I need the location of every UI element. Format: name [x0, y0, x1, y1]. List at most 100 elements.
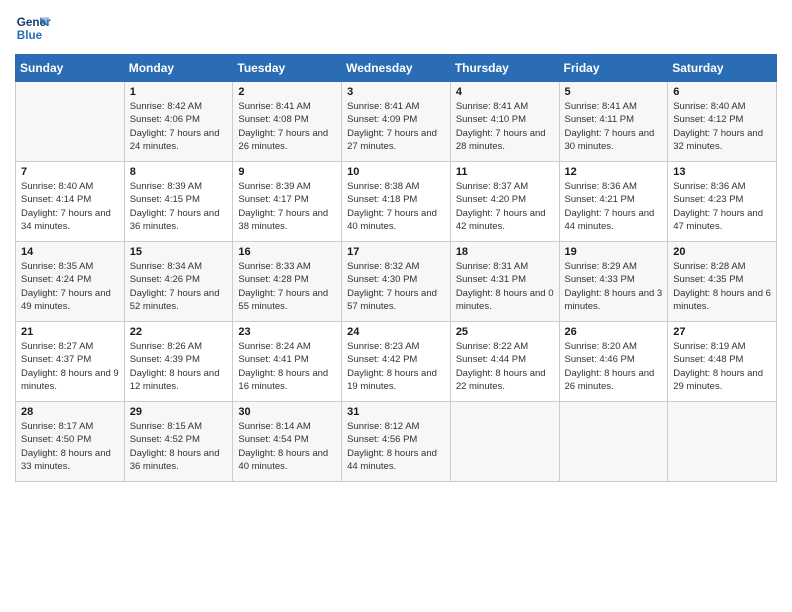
day-detail: Sunrise: 8:34 AMSunset: 4:26 PMDaylight:… [130, 260, 228, 313]
day-number: 2 [238, 86, 336, 98]
day-cell: 29 Sunrise: 8:15 AMSunset: 4:52 PMDayligh… [124, 402, 233, 482]
day-detail: Sunrise: 8:22 AMSunset: 4:44 PMDaylight:… [456, 340, 554, 393]
day-number: 11 [456, 166, 554, 178]
week-row-3: 14 Sunrise: 8:35 AMSunset: 4:24 PMDayligh… [16, 242, 777, 322]
day-number: 21 [21, 326, 119, 338]
svg-text:Blue: Blue [17, 29, 43, 42]
day-detail: Sunrise: 8:20 AMSunset: 4:46 PMDaylight:… [565, 340, 663, 393]
day-cell: 25 Sunrise: 8:22 AMSunset: 4:44 PMDayligh… [450, 322, 559, 402]
day-detail: Sunrise: 8:17 AMSunset: 4:50 PMDaylight:… [21, 420, 119, 473]
day-number: 10 [347, 166, 445, 178]
day-cell: 12 Sunrise: 8:36 AMSunset: 4:21 PMDayligh… [559, 162, 668, 242]
day-detail: Sunrise: 8:39 AMSunset: 4:17 PMDaylight:… [238, 180, 336, 233]
day-detail: Sunrise: 8:23 AMSunset: 4:42 PMDaylight:… [347, 340, 445, 393]
day-detail: Sunrise: 8:41 AMSunset: 4:10 PMDaylight:… [456, 100, 554, 153]
day-detail: Sunrise: 8:26 AMSunset: 4:39 PMDaylight:… [130, 340, 228, 393]
calendar-body: 1 Sunrise: 8:42 AMSunset: 4:06 PMDaylight… [16, 82, 777, 482]
day-cell: 23Sunrise: 8:24 AMSunset: 4:41 PMDayligh… [233, 322, 342, 402]
day-number: 26 [565, 326, 663, 338]
day-number: 18 [456, 246, 554, 258]
day-detail: Sunrise: 8:36 AMSunset: 4:21 PMDaylight:… [565, 180, 663, 233]
day-cell: 6 Sunrise: 8:40 AMSunset: 4:12 PMDaylight… [668, 82, 777, 162]
day-cell: 4 Sunrise: 8:41 AMSunset: 4:10 PMDaylight… [450, 82, 559, 162]
day-header-wednesday: Wednesday [342, 55, 451, 82]
week-row-1: 1 Sunrise: 8:42 AMSunset: 4:06 PMDaylight… [16, 82, 777, 162]
day-number: 13 [673, 166, 771, 178]
day-cell: 24 Sunrise: 8:23 AMSunset: 4:42 PMDayligh… [342, 322, 451, 402]
day-detail: Sunrise: 8:12 AMSunset: 4:56 PMDaylight:… [347, 420, 445, 473]
calendar-header-row: SundayMondayTuesdayWednesdayThursdayFrid… [16, 55, 777, 82]
day-number: 27 [673, 326, 771, 338]
day-header-tuesday: Tuesday [233, 55, 342, 82]
day-cell: 22 Sunrise: 8:26 AMSunset: 4:39 PMDayligh… [124, 322, 233, 402]
day-detail: Sunrise: 8:35 AMSunset: 4:24 PMDaylight:… [21, 260, 119, 313]
day-cell: 15 Sunrise: 8:34 AMSunset: 4:26 PMDayligh… [124, 242, 233, 322]
day-cell [559, 402, 668, 482]
day-cell: 18 Sunrise: 8:31 AMSunset: 4:31 PMDayligh… [450, 242, 559, 322]
day-cell: 17 Sunrise: 8:32 AMSunset: 4:30 PMDayligh… [342, 242, 451, 322]
day-header-saturday: Saturday [668, 55, 777, 82]
day-detail: Sunrise: 8:42 AMSunset: 4:06 PMDaylight:… [130, 100, 228, 153]
day-cell: 14 Sunrise: 8:35 AMSunset: 4:24 PMDayligh… [16, 242, 125, 322]
day-detail: Sunrise: 8:41 AMSunset: 4:09 PMDaylight:… [347, 100, 445, 153]
day-detail: Sunrise: 8:19 AMSunset: 4:48 PMDaylight:… [673, 340, 771, 393]
day-cell: 9 Sunrise: 8:39 AMSunset: 4:17 PMDaylight… [233, 162, 342, 242]
day-number: 19 [565, 246, 663, 258]
day-number: 14 [21, 246, 119, 258]
day-cell: 26 Sunrise: 8:20 AMSunset: 4:46 PMDayligh… [559, 322, 668, 402]
day-number: 1 [130, 86, 228, 98]
day-detail: Sunrise: 8:36 AMSunset: 4:23 PMDaylight:… [673, 180, 771, 233]
day-cell: 1 Sunrise: 8:42 AMSunset: 4:06 PMDaylight… [124, 82, 233, 162]
day-cell: 19 Sunrise: 8:29 AMSunset: 4:33 PMDayligh… [559, 242, 668, 322]
day-cell: 20 Sunrise: 8:28 AMSunset: 4:35 PMDayligh… [668, 242, 777, 322]
day-cell: 13 Sunrise: 8:36 AMSunset: 4:23 PMDayligh… [668, 162, 777, 242]
day-header-monday: Monday [124, 55, 233, 82]
day-number: 12 [565, 166, 663, 178]
day-number: 22 [130, 326, 228, 338]
day-number: 28 [21, 406, 119, 418]
day-number: 25 [456, 326, 554, 338]
day-detail: Sunrise: 8:40 AMSunset: 4:14 PMDaylight:… [21, 180, 119, 233]
day-number: 20 [673, 246, 771, 258]
day-cell: 10Sunrise: 8:38 AMSunset: 4:18 PMDayligh… [342, 162, 451, 242]
day-detail: Sunrise: 8:31 AMSunset: 4:31 PMDaylight:… [456, 260, 554, 313]
day-cell: 7Sunrise: 8:40 AMSunset: 4:14 PMDaylight… [16, 162, 125, 242]
day-detail: Sunrise: 8:28 AMSunset: 4:35 PMDaylight:… [673, 260, 771, 313]
day-number: 4 [456, 86, 554, 98]
day-cell [16, 82, 125, 162]
day-cell: 11Sunrise: 8:37 AMSunset: 4:20 PMDayligh… [450, 162, 559, 242]
day-number: 5 [565, 86, 663, 98]
day-detail: Sunrise: 8:24 AMSunset: 4:41 PMDaylight:… [238, 340, 336, 393]
day-detail: Sunrise: 8:15 AMSunset: 4:52 PMDaylight:… [130, 420, 228, 473]
day-number: 24 [347, 326, 445, 338]
day-number: 15 [130, 246, 228, 258]
day-header-sunday: Sunday [16, 55, 125, 82]
day-cell: 27 Sunrise: 8:19 AMSunset: 4:48 PMDayligh… [668, 322, 777, 402]
day-detail: Sunrise: 8:33 AMSunset: 4:28 PMDaylight:… [238, 260, 336, 313]
day-number: 29 [130, 406, 228, 418]
day-number: 6 [673, 86, 771, 98]
day-detail: Sunrise: 8:41 AMSunset: 4:08 PMDaylight:… [238, 100, 336, 153]
day-cell: 2 Sunrise: 8:41 AMSunset: 4:08 PMDaylight… [233, 82, 342, 162]
day-detail: Sunrise: 8:29 AMSunset: 4:33 PMDaylight:… [565, 260, 663, 313]
day-detail: Sunrise: 8:41 AMSunset: 4:11 PMDaylight:… [565, 100, 663, 153]
day-cell: 28 Sunrise: 8:17 AMSunset: 4:50 PMDayligh… [16, 402, 125, 482]
day-detail: Sunrise: 8:40 AMSunset: 4:12 PMDaylight:… [673, 100, 771, 153]
day-cell: 31 Sunrise: 8:12 AMSunset: 4:56 PMDayligh… [342, 402, 451, 482]
day-number: 30 [238, 406, 336, 418]
day-number: 9 [238, 166, 336, 178]
day-detail: Sunrise: 8:39 AMSunset: 4:15 PMDaylight:… [130, 180, 228, 233]
day-number: 17 [347, 246, 445, 258]
logo: General Blue [15, 10, 51, 46]
day-cell: 16 Sunrise: 8:33 AMSunset: 4:28 PMDayligh… [233, 242, 342, 322]
day-cell: 30Sunrise: 8:14 AMSunset: 4:54 PMDayligh… [233, 402, 342, 482]
logo-icon: General Blue [15, 10, 51, 46]
day-number: 16 [238, 246, 336, 258]
day-header-friday: Friday [559, 55, 668, 82]
week-row-2: 7Sunrise: 8:40 AMSunset: 4:14 PMDaylight… [16, 162, 777, 242]
week-row-5: 28 Sunrise: 8:17 AMSunset: 4:50 PMDayligh… [16, 402, 777, 482]
day-cell: 21 Sunrise: 8:27 AMSunset: 4:37 PMDayligh… [16, 322, 125, 402]
day-number: 31 [347, 406, 445, 418]
day-detail: Sunrise: 8:27 AMSunset: 4:37 PMDaylight:… [21, 340, 119, 393]
day-detail: Sunrise: 8:32 AMSunset: 4:30 PMDaylight:… [347, 260, 445, 313]
